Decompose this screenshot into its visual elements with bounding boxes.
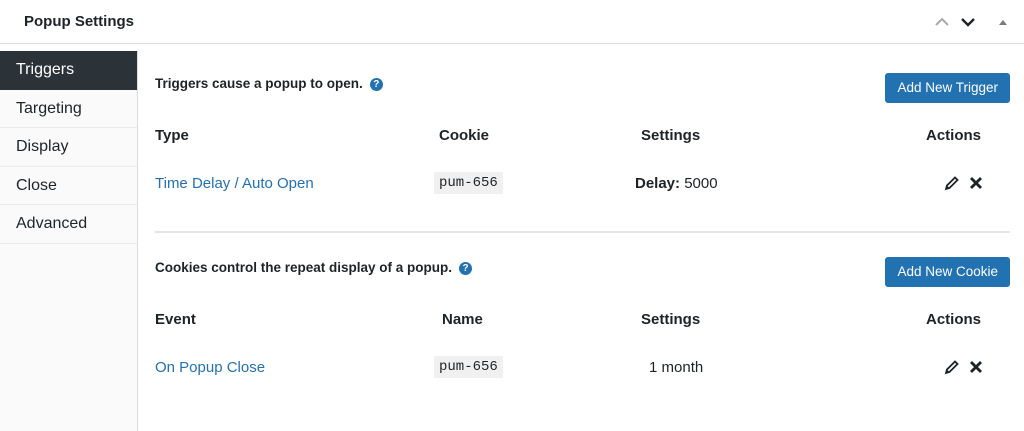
pencil-icon: [944, 176, 959, 191]
tab-advanced[interactable]: Advanced: [0, 205, 137, 244]
edit-cookie-button[interactable]: [944, 359, 960, 375]
toggle-panel-button[interactable]: [993, 12, 1013, 32]
column-header-type: Type: [155, 127, 189, 144]
panel-header: Popup Settings: [0, 0, 1024, 44]
add-new-cookie-button[interactable]: Add New Cookie: [885, 257, 1010, 287]
cookie-name-code: pum-656: [434, 356, 503, 378]
triggers-intro: Triggers cause a popup to open.?: [155, 76, 383, 91]
cookie-settings: 1 month: [649, 359, 704, 376]
section-divider: [155, 231, 1010, 233]
trigger-settings: Delay: 5000: [635, 175, 718, 192]
cookie-event-link[interactable]: On Popup Close: [155, 359, 265, 376]
tab-triggers[interactable]: Triggers: [0, 51, 137, 90]
add-new-trigger-button[interactable]: Add New Trigger: [885, 73, 1010, 103]
column-header-name: Name: [442, 311, 483, 328]
settings-tabs: Triggers Targeting Display Close Advance…: [0, 51, 138, 431]
chevron-down-icon: [961, 18, 975, 27]
tab-close[interactable]: Close: [0, 166, 137, 205]
tab-targeting[interactable]: Targeting: [0, 89, 137, 128]
remove-cookie-button[interactable]: [968, 359, 984, 375]
chevron-up-icon: [935, 17, 949, 26]
column-header-actions: Actions: [926, 311, 982, 328]
trigger-settings-label: Delay:: [635, 175, 681, 192]
help-icon[interactable]: ?: [369, 78, 383, 91]
column-header-settings: Settings: [641, 127, 701, 144]
trigger-settings-value: 5000: [684, 175, 718, 192]
tab-content: Triggers cause a popup to open.? Add New…: [155, 51, 1010, 431]
help-icon[interactable]: ?: [459, 262, 473, 275]
column-header-actions: Actions: [926, 127, 982, 144]
triggers-intro-text: Triggers cause a popup to open.: [155, 76, 363, 91]
x-icon: [970, 177, 982, 189]
trigger-type-link[interactable]: Time Delay / Auto Open: [155, 175, 314, 192]
cookies-intro-text: Cookies control the repeat display of a …: [155, 260, 453, 275]
trigger-cookie-code: pum-656: [434, 172, 503, 194]
x-icon: [970, 361, 982, 373]
move-up-button[interactable]: [932, 12, 952, 32]
edit-trigger-button[interactable]: [944, 175, 960, 191]
column-header-cookie: Cookie: [439, 127, 490, 144]
triangle-up-icon: [999, 20, 1007, 25]
panel-title: Popup Settings: [24, 13, 134, 30]
cookies-intro: Cookies control the repeat display of a …: [155, 260, 473, 275]
remove-trigger-button[interactable]: [968, 175, 984, 191]
tab-display[interactable]: Display: [0, 128, 137, 167]
move-down-button[interactable]: [958, 12, 978, 32]
column-header-event: Event: [155, 311, 196, 328]
pencil-icon: [944, 360, 959, 375]
column-header-settings: Settings: [641, 311, 701, 328]
